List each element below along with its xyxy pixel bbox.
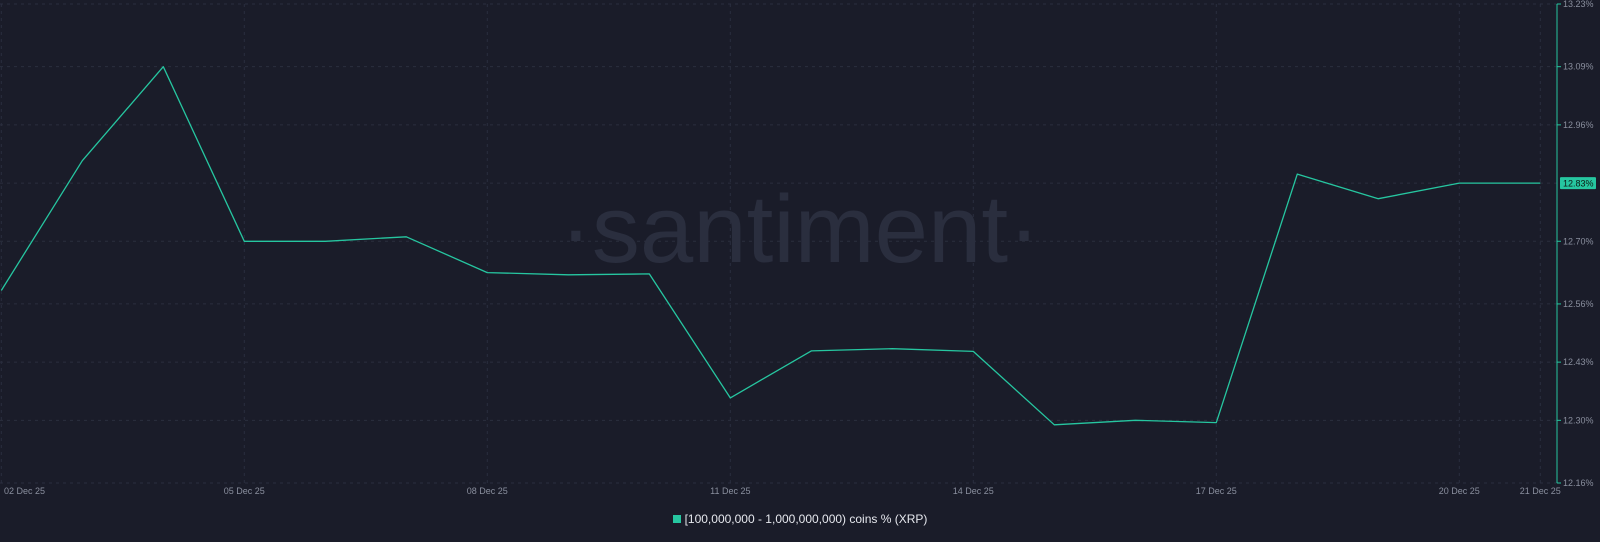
x-tick-label: 21 Dec 25 xyxy=(1520,486,1561,496)
current-value-badge-text: 12.83% xyxy=(1563,179,1594,189)
x-tick-label: 14 Dec 25 xyxy=(953,486,994,496)
x-axis-ticks: 02 Dec 25 05 Dec 25 08 Dec 25 11 Dec 25 14 D… xyxy=(4,486,1561,496)
x-tick-label: 17 Dec 25 xyxy=(1196,486,1237,496)
current-value-badge: 12.83% xyxy=(1560,177,1596,190)
legend-swatch xyxy=(672,515,681,523)
line-chart: ·santiment· 13.23% 13.09% 12.96% 12.70% 12.5… xyxy=(0,0,1596,496)
y-tick-label: 12.96% xyxy=(1563,120,1594,130)
y-tick-label: 12.30% xyxy=(1563,415,1594,425)
santiment-watermark: ·santiment· xyxy=(560,176,1040,283)
y-axis-ticks: 13.23% 13.09% 12.96% 12.70% 12.56% 12.43% 12.3… xyxy=(1557,0,1594,488)
x-tick-label: 05 Dec 25 xyxy=(224,486,265,496)
y-tick-label: 12.16% xyxy=(1563,478,1594,488)
y-tick-label: 12.56% xyxy=(1563,299,1594,309)
chart-legend[interactable]: [100,000,000 - 1,000,000,000) coins % (X… xyxy=(0,512,1600,526)
x-tick-label: 11 Dec 25 xyxy=(710,486,750,496)
y-tick-label: 13.09% xyxy=(1563,62,1594,72)
y-tick-label: 13.23% xyxy=(1563,0,1594,9)
y-tick-label: 12.70% xyxy=(1563,236,1594,246)
x-tick-label: 08 Dec 25 xyxy=(467,486,508,496)
x-tick-label: 20 Dec 25 xyxy=(1439,486,1480,496)
x-tick-label: 02 Dec 25 xyxy=(4,486,45,496)
y-tick-label: 12.43% xyxy=(1563,357,1594,367)
chart-container: ·santiment· 13.23% 13.09% 12.96% 12.70% 12.5… xyxy=(0,0,1600,542)
legend-label: [100,000,000 - 1,000,000,000) coins % (X… xyxy=(684,512,928,526)
